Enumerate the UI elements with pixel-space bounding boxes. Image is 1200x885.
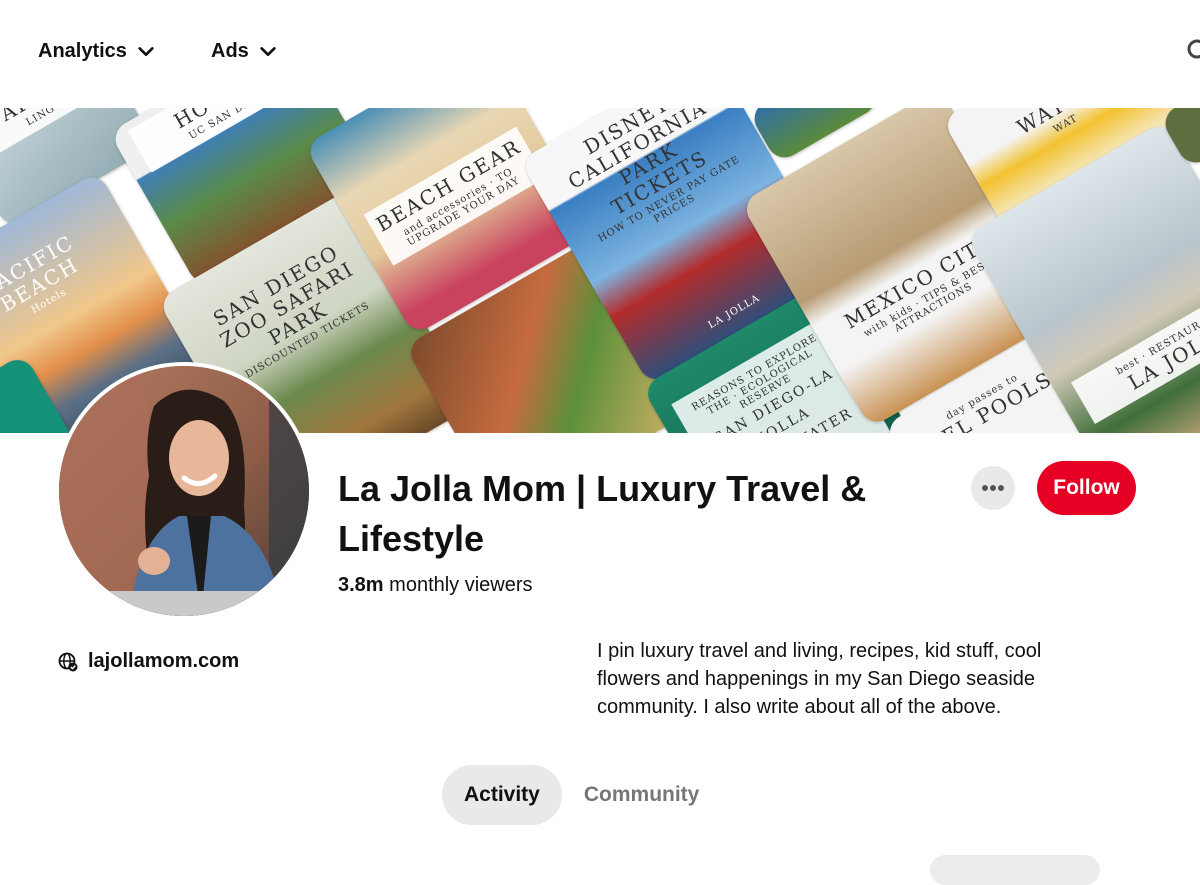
- ads-menu[interactable]: Ads: [211, 40, 277, 63]
- viewers-count: 3.8m: [338, 574, 384, 596]
- monthly-viewers: 3.8m monthly viewers: [338, 574, 533, 597]
- profile-tabs: Activity Community: [442, 765, 721, 825]
- ellipsis-icon: [982, 485, 1004, 491]
- analytics-label: Analytics: [38, 40, 127, 62]
- more-options-button[interactable]: [971, 466, 1015, 510]
- ads-label: Ads: [211, 40, 249, 62]
- chevron-down-icon: [260, 46, 276, 56]
- profile-avatar[interactable]: [55, 362, 313, 620]
- avatar-photo: [59, 366, 309, 616]
- profile-bio: I pin luxury travel and living, recipes,…: [597, 640, 1042, 718]
- analytics-menu[interactable]: Analytics: [38, 40, 155, 63]
- globe-verified-icon: [58, 652, 78, 671]
- follow-button[interactable]: Follow: [1037, 461, 1136, 515]
- website-label: lajollamom.com: [88, 650, 240, 672]
- top-nav: Analytics Ads: [0, 0, 1200, 108]
- profile-name: La Jolla Mom | Luxury Travel & Lifestyle: [338, 468, 867, 559]
- search-icon[interactable]: [1186, 38, 1200, 64]
- tab-community[interactable]: Community: [562, 765, 722, 825]
- bottom-control[interactable]: [930, 855, 1100, 885]
- chevron-down-icon: [138, 46, 154, 56]
- website-link[interactable]: lajollamom.com: [58, 650, 239, 673]
- tab-activity[interactable]: Activity: [442, 765, 562, 825]
- viewers-label: monthly viewers: [389, 574, 533, 596]
